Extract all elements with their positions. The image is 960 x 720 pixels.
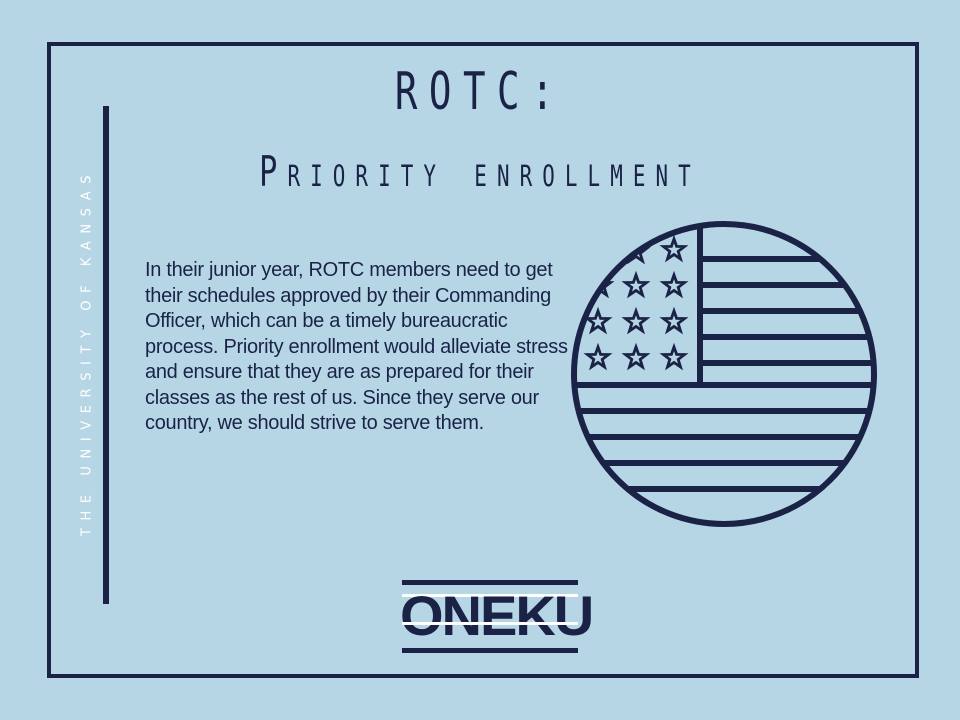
page-subtitle: Priority enrollment <box>259 147 701 196</box>
university-label: THE UNIVERSITY OF KANSAS <box>79 167 95 537</box>
body-paragraph: In their junior year, ROTC members need … <box>145 259 568 434</box>
logo-stripe-bottom <box>402 648 578 653</box>
logo-stripe-light <box>402 622 578 625</box>
american-flag-circle-icon <box>571 221 877 527</box>
page-title: ROTC: <box>394 62 566 122</box>
vertical-rule <box>103 106 109 604</box>
oneku-logo: ONEKU <box>400 578 594 656</box>
logo-wordmark: ONEKU <box>400 584 594 647</box>
